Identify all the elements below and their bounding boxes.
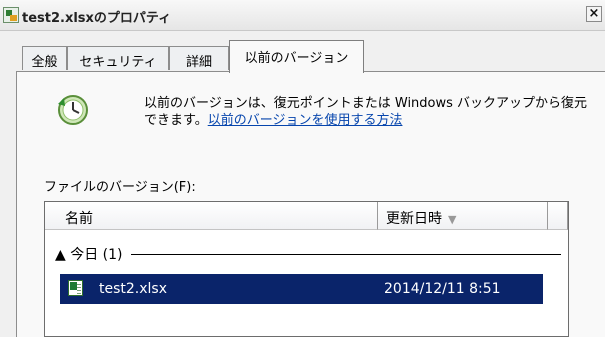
column-header-extra[interactable] — [548, 202, 568, 230]
column-header-name[interactable]: 名前 — [45, 202, 378, 230]
excel-file-icon — [68, 280, 83, 296]
file-modified-date: 2014/12/11 8:51 — [384, 281, 501, 297]
versions-list[interactable]: 名前 更新日時 ▼ ▲ 今日 (1) test2.xlsx 2014/12/11 … — [44, 201, 569, 337]
tab-details[interactable]: 詳細 — [169, 46, 229, 70]
column-header-modified-label: 更新日時 — [386, 211, 442, 227]
group-today[interactable]: ▲ 今日 (1) — [55, 244, 561, 266]
properties-window-icon — [3, 7, 19, 23]
file-name: test2.xlsx — [99, 281, 167, 297]
tab-previous-versions[interactable]: 以前のバージョン — [229, 40, 364, 73]
sort-descending-icon: ▼ — [448, 213, 457, 226]
group-today-label: ▲ 今日 (1) — [55, 244, 131, 264]
tab-security[interactable]: セキュリティ — [67, 46, 169, 70]
tab-general[interactable]: 全般 — [22, 46, 67, 70]
title-bar: test2.xlsxのプロパティ × — [0, 0, 605, 31]
window-title: test2.xlsxのプロパティ — [22, 11, 172, 26]
info-description: 以前のバージョンは、復元ポイントまたは Windows バックアップから復元でき… — [144, 95, 599, 129]
versions-label: ファイルのバージョン(F): — [44, 180, 196, 195]
column-header-modified[interactable]: 更新日時 ▼ — [378, 202, 548, 230]
list-item[interactable]: test2.xlsx 2014/12/11 8:51 — [60, 274, 543, 304]
close-button[interactable]: × — [586, 6, 602, 22]
help-link[interactable]: 以前のバージョンを使用する方法 — [208, 113, 403, 128]
column-header-name-label: 名前 — [65, 211, 93, 227]
restore-clock-icon — [58, 95, 88, 125]
group-divider — [125, 254, 561, 255]
